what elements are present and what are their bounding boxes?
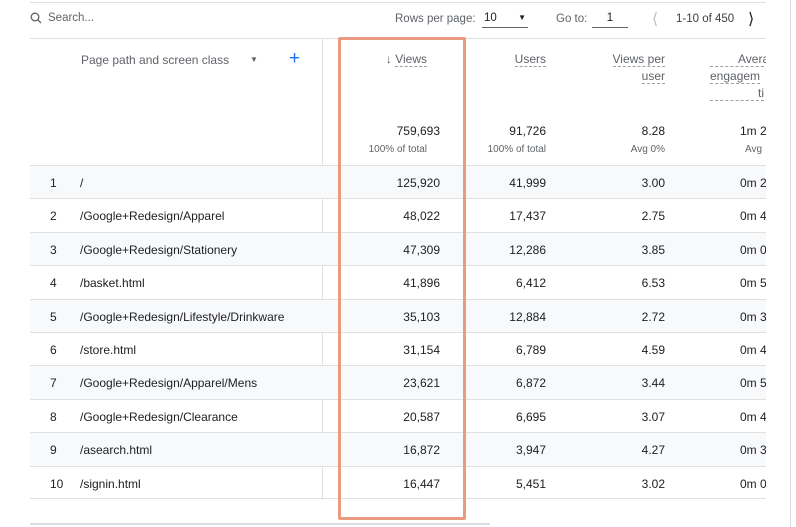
page-path: /store.html	[80, 342, 137, 357]
page-path: /asearch.html	[80, 443, 153, 458]
row-number: 3	[50, 242, 57, 257]
page-path: /Google+Redesign/Clearance	[80, 409, 238, 424]
total-engagement-sub: Avg	[745, 144, 763, 155]
total-views-per-user: 8.28	[641, 124, 665, 138]
page-path: /	[80, 176, 84, 190]
search-icon	[30, 12, 42, 24]
page-path: /basket.html	[80, 276, 145, 291]
header-label: Avera	[710, 52, 766, 67]
total-users-sub: 100% of total	[487, 144, 546, 155]
header-label: Views per	[612, 52, 665, 67]
chevron-right-icon[interactable]: ⟩	[748, 9, 754, 29]
engagement-cell: 0m 4	[740, 409, 766, 424]
engagement-cell: 0m 4	[740, 342, 766, 357]
header-label: engagem	[710, 69, 761, 84]
row-number: 5	[50, 309, 57, 324]
pagination-range: 1-10 of 450	[676, 13, 735, 25]
engagement-cell: 0m 2	[740, 176, 766, 190]
total-engagement: 1m 2	[740, 124, 767, 138]
views-per-user-cell: 4.27	[641, 443, 665, 458]
divider	[30, 2, 766, 3]
users-cell: 17,437	[509, 209, 546, 224]
rows-per-page-select[interactable]: 10 ▼	[482, 10, 528, 28]
engagement-cell: 0m 5	[740, 376, 766, 391]
row-number: 6	[50, 342, 57, 357]
views-per-user-cell: 3.07	[641, 409, 665, 424]
row-number: 2	[50, 209, 57, 224]
page-path: /Google+Redesign/Lifestyle/Drinkware	[80, 309, 285, 324]
engagement-cell: 0m 3	[740, 443, 766, 458]
header-label: Users	[514, 52, 546, 67]
users-cell: 3,947	[515, 443, 546, 458]
users-cell: 6,789	[515, 342, 546, 357]
caret-down-icon[interactable]: ▼	[250, 55, 258, 64]
page-path: /Google+Redesign/Apparel/Mens	[80, 376, 258, 391]
engagement-cell: 0m 4	[740, 209, 766, 224]
views-per-user-cell: 3.44	[641, 376, 665, 391]
header-label: ti	[710, 86, 764, 101]
views-per-user-cell: 4.59	[641, 342, 665, 357]
total-users: 91,726	[509, 124, 546, 138]
views-per-user-cell: 3.85	[641, 242, 665, 257]
views-per-user-cell: 3.02	[641, 476, 665, 491]
column-header-views-per-user[interactable]: Views per user	[612, 51, 665, 85]
horizontal-scrollbar[interactable]	[30, 523, 490, 525]
users-cell: 41,999	[509, 176, 546, 190]
engagement-cell: 0m 0	[740, 242, 766, 257]
search-input[interactable]: Search...	[48, 12, 94, 24]
row-number: 1	[50, 176, 57, 190]
engagement-cell: 0m 3	[740, 309, 766, 324]
rows-per-page-value: 10	[484, 12, 497, 24]
header-label: user	[641, 69, 665, 84]
views-per-user-cell: 2.75	[641, 209, 665, 224]
users-cell: 12,286	[509, 242, 546, 257]
chevron-left-icon[interactable]: ⟨	[652, 9, 658, 29]
caret-down-icon: ▼	[518, 13, 526, 22]
row-number: 9	[50, 443, 57, 458]
goto-label: Go to:	[556, 13, 588, 25]
row-number: 8	[50, 409, 57, 424]
views-per-user-cell: 3.00	[641, 176, 665, 190]
views-per-user-cell: 6.53	[641, 276, 665, 291]
users-cell: 6,695	[515, 409, 546, 424]
views-per-user-cell: 2.72	[641, 309, 665, 324]
users-cell: 12,884	[509, 309, 546, 324]
add-dimension-button[interactable]: +	[289, 48, 300, 70]
column-header-engagement[interactable]: Avera engagem ti	[710, 51, 766, 102]
users-cell: 6,412	[515, 276, 546, 291]
row-number: 4	[50, 276, 57, 291]
goto-input[interactable]: 1	[592, 10, 628, 28]
users-cell: 5,451	[515, 476, 546, 491]
page-path: /Google+Redesign/Stationery	[80, 242, 238, 257]
table-toolbar: Search... Rows per page: 10 ▼ Go to: 1 ⟨ …	[30, 8, 766, 32]
row-number: 10	[50, 476, 64, 491]
page-path: /Google+Redesign/Apparel	[80, 209, 225, 224]
column-header-users[interactable]: Users	[514, 51, 546, 68]
row-number: 7	[50, 376, 57, 391]
search-box[interactable]: Search...	[30, 12, 94, 24]
users-cell: 6,872	[515, 376, 546, 391]
total-vpu-sub: Avg 0%	[630, 144, 665, 155]
engagement-cell: 0m 5	[740, 276, 766, 291]
dimension-header[interactable]: Page path and screen class	[81, 53, 229, 67]
views-column-highlight	[338, 37, 466, 520]
engagement-cell: 0m 0	[740, 476, 766, 491]
page-path: /signin.html	[80, 476, 141, 491]
rows-per-page-label: Rows per page:	[395, 13, 476, 25]
